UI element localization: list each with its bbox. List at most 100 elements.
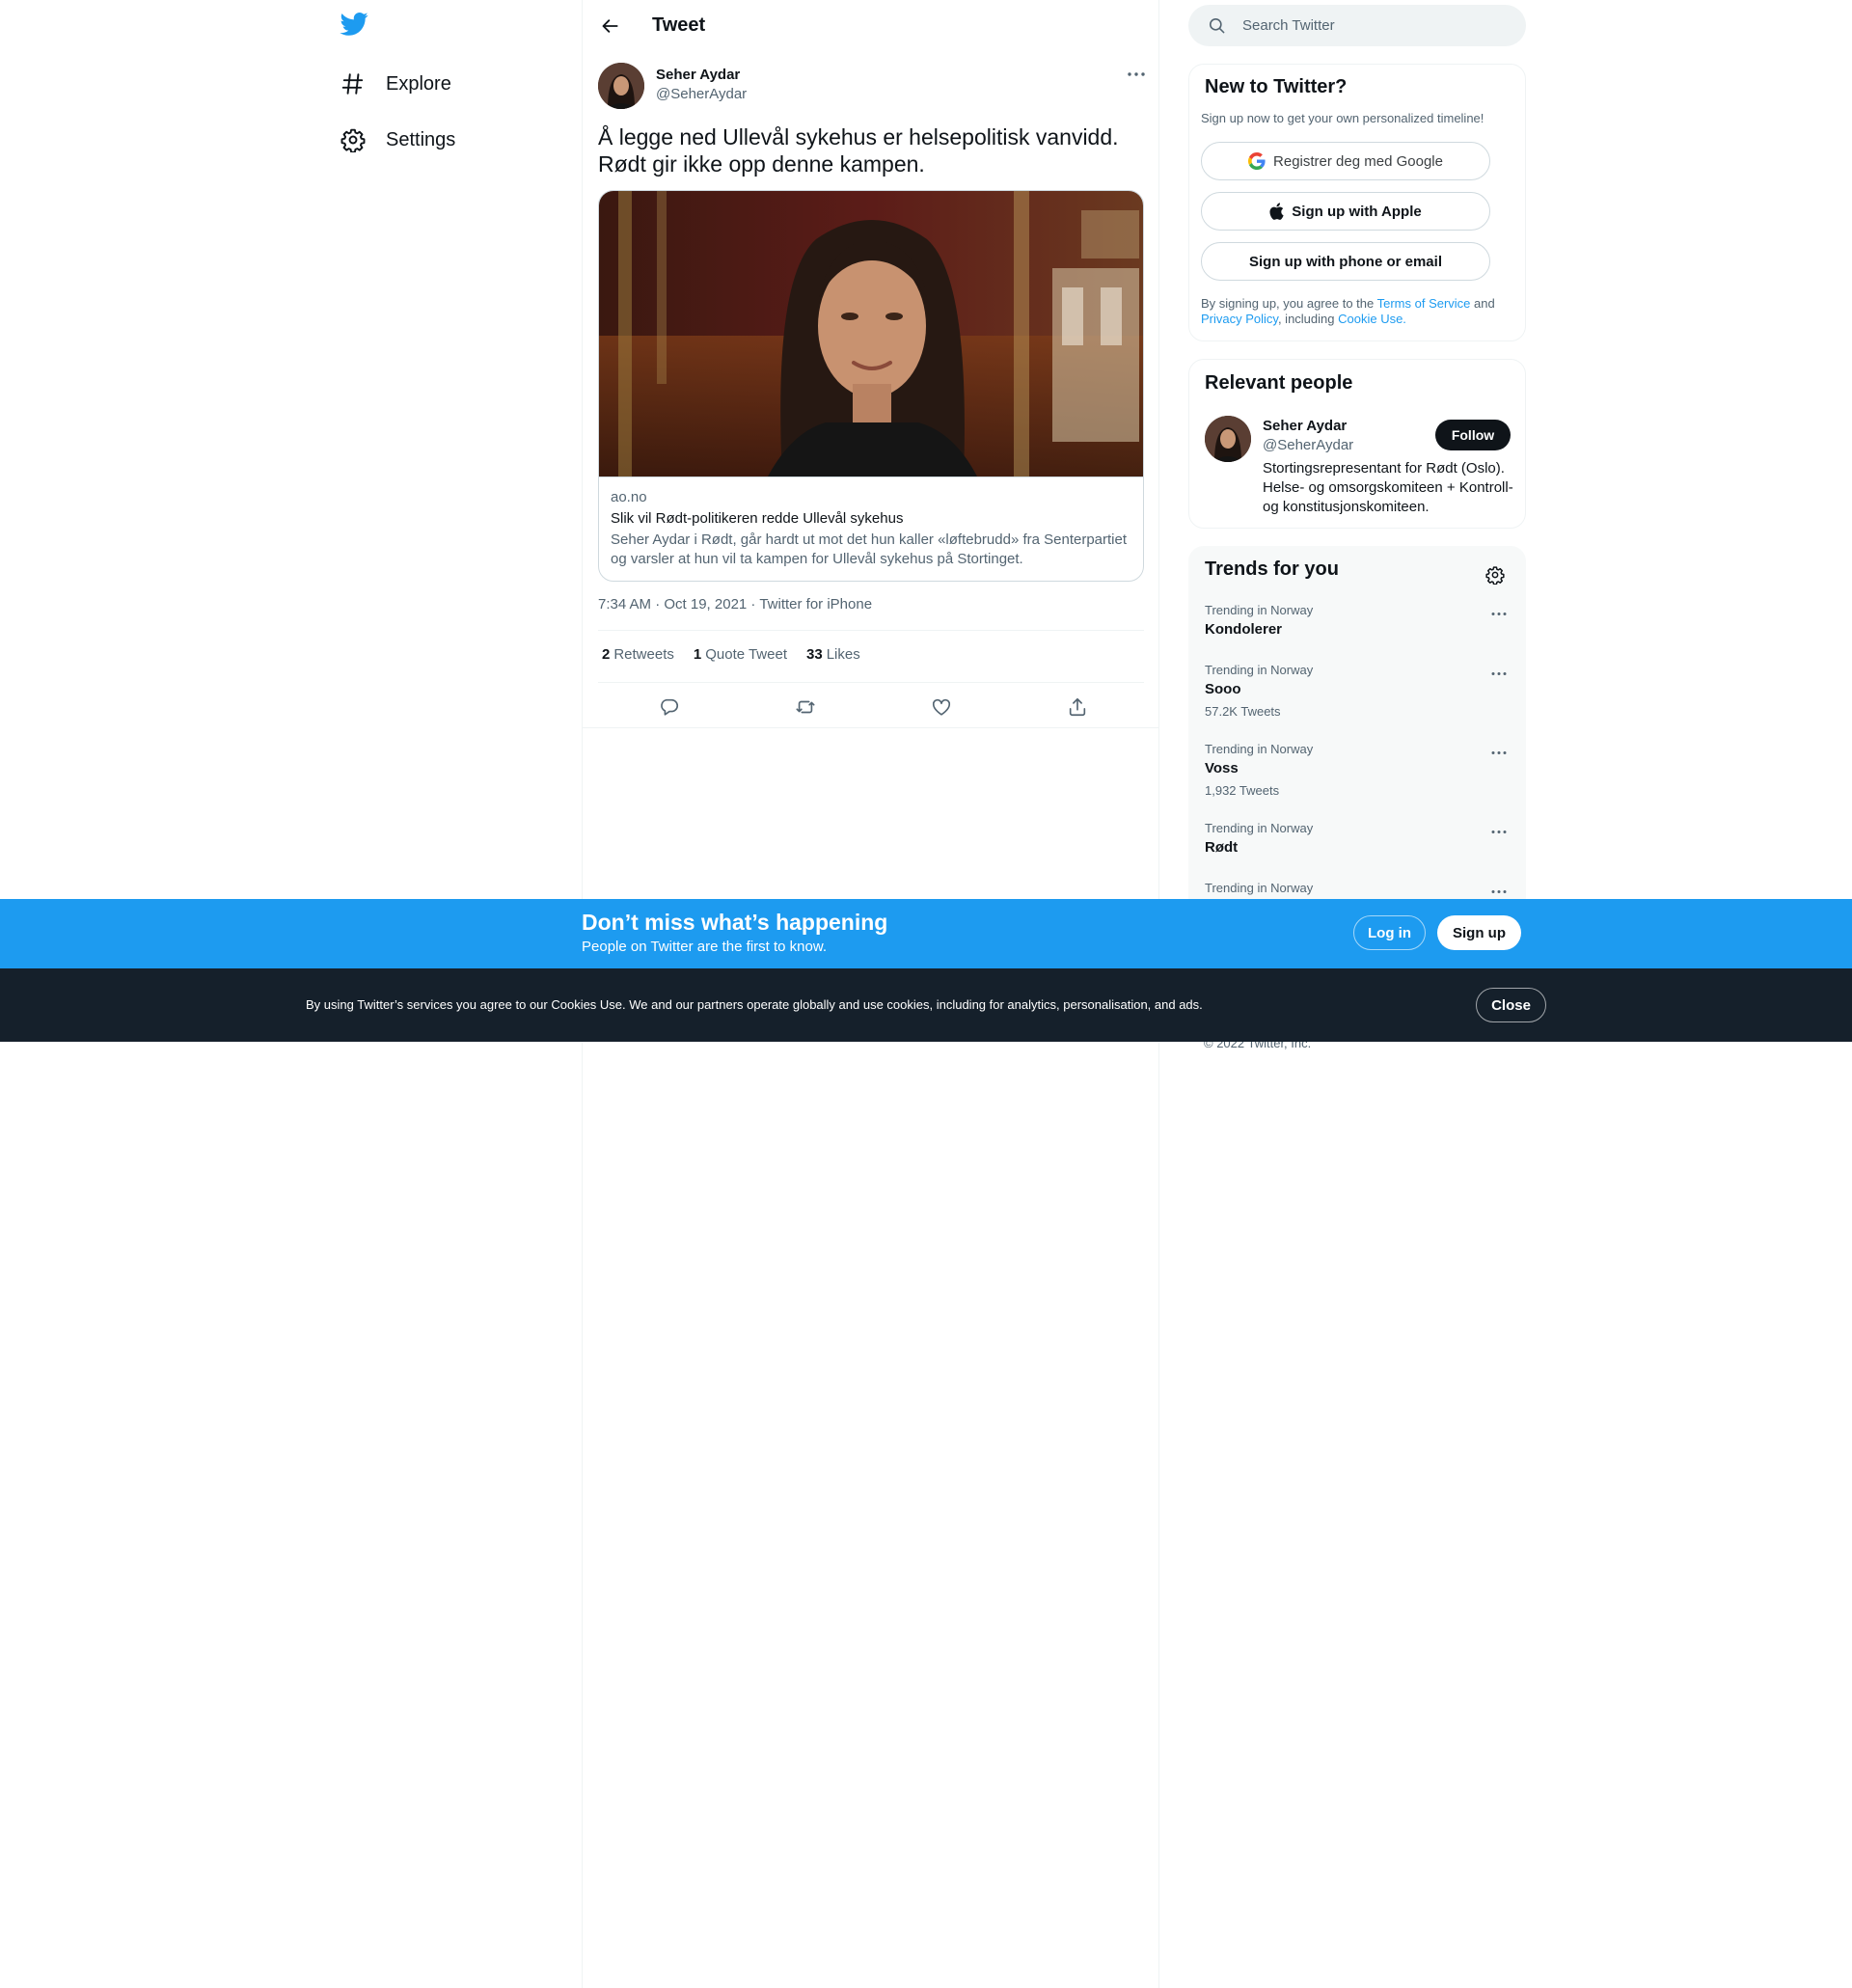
divider — [598, 630, 1144, 631]
trend-item[interactable]: Trending in Norway Rødt — [1189, 821, 1527, 879]
trend-meta: Trending in Norway — [1205, 821, 1314, 835]
signup-button[interactable]: Sign up — [1437, 915, 1521, 950]
heart-icon — [931, 696, 952, 718]
person-name[interactable]: Seher Aydar — [1263, 418, 1347, 434]
follow-button[interactable]: Follow — [1435, 420, 1511, 450]
panel-title: Trends for you — [1205, 558, 1339, 580]
tweet-stats: 2 Retweets 1 Quote Tweet 33 Likes — [602, 646, 880, 663]
trend-meta: Trending in Norway — [1205, 603, 1314, 617]
card-photo — [599, 191, 1143, 477]
relevant-people-panel: Relevant people Seher Aydar @SeherAydar … — [1188, 359, 1526, 529]
more-dots-icon — [1491, 889, 1507, 894]
like-button[interactable] — [927, 693, 956, 722]
trend-more-button[interactable] — [1484, 663, 1513, 684]
cookie-use-link[interactable]: Cookie Use. — [1338, 312, 1406, 326]
card-meta: ao.no Slik vil Rødt-politikeren redde Ul… — [599, 477, 1143, 581]
retweet-button[interactable] — [791, 693, 820, 722]
cookie-text: By using Twitter’s services you agree to… — [306, 997, 1203, 1012]
tweet-timestamp[interactable]: 7:34 AM · Oct 19, 2021 · Twitter for iPh… — [598, 596, 872, 613]
reply-button[interactable] — [655, 693, 684, 722]
search-icon — [1208, 16, 1226, 40]
google-signup-label: Registrer deg med Google — [1273, 152, 1443, 170]
banner-subtitle: People on Twitter are the first to know. — [582, 939, 828, 955]
divider — [583, 727, 1159, 728]
more-dots-icon — [1491, 612, 1507, 616]
trend-more-button[interactable] — [1484, 821, 1513, 842]
tweet-text-line: Rødt gir ikke opp denne kampen. — [598, 151, 925, 177]
card-title: Slik vil Rødt-politikeren redde Ullevål … — [611, 510, 904, 527]
more-dots-icon — [1491, 750, 1507, 755]
likes-stat[interactable]: 33 Likes — [806, 646, 860, 663]
banner-title: Don’t miss what’s happening — [582, 910, 888, 935]
person-bio: Stortingsrepresentant for Rødt (Oslo). H… — [1263, 460, 1513, 515]
trend-item[interactable]: Trending in Norway Sooo 57.2K Tweets — [1189, 663, 1527, 740]
author-name[interactable]: Seher Aydar — [656, 67, 740, 83]
trend-meta: Trending in Norway — [1205, 881, 1314, 895]
author-handle[interactable]: @SeherAydar — [656, 86, 747, 102]
trend-name: Rødt — [1205, 839, 1239, 856]
twitter-bird-icon[interactable] — [340, 10, 374, 44]
panel-title: Relevant people — [1205, 372, 1353, 394]
apple-icon — [1269, 203, 1284, 220]
divider — [598, 682, 1144, 683]
card-description: Seher Aydar i Rødt, går hardt ut mot det… — [611, 531, 1128, 567]
quote-tweets-label: Quote Tweet — [705, 646, 787, 663]
share-button[interactable] — [1063, 693, 1092, 722]
panel-subtitle: Sign up now to get your own personalized… — [1201, 111, 1484, 125]
trend-more-button[interactable] — [1484, 603, 1513, 624]
tweet-text-line: Å legge ned Ullevål sykehus er helsepoli… — [598, 124, 1119, 150]
legal-notice: By signing up, you agree to the Terms of… — [1201, 296, 1510, 327]
search-input[interactable] — [1242, 5, 1512, 46]
person-handle[interactable]: @SeherAydar — [1263, 437, 1353, 453]
page-title: Tweet — [652, 14, 706, 36]
retweet-icon — [795, 696, 816, 718]
cookie-banner: By using Twitter’s services you agree to… — [0, 968, 1852, 1042]
trend-count: 57.2K Tweets — [1205, 704, 1281, 719]
retweets-count: 2 — [602, 646, 611, 663]
google-signup-button[interactable]: Registrer deg med Google — [1201, 142, 1490, 180]
login-button[interactable]: Log in — [1353, 915, 1426, 950]
quote-tweets-count: 1 — [693, 646, 702, 663]
reply-icon — [659, 696, 680, 718]
trends-settings-button[interactable] — [1479, 558, 1512, 591]
trends-panel: Trends for you Trending in Norway Kondol… — [1188, 546, 1526, 912]
link-card[interactable]: ao.no Slik vil Rødt-politikeren redde Ul… — [598, 190, 1144, 582]
more-options-button[interactable] — [1119, 62, 1154, 87]
tweet-actions — [583, 687, 1159, 727]
more-dots-icon — [1127, 71, 1146, 77]
phone-email-signup-label: Sign up with phone or email — [1248, 253, 1442, 270]
trend-name: Sooo — [1205, 681, 1241, 697]
trend-name: Kondolerer — [1205, 621, 1283, 638]
trend-item[interactable]: Trending in Norway Kondolerer — [1189, 603, 1527, 661]
close-button[interactable]: Close — [1476, 988, 1546, 1022]
legal-text: By signing up, you agree to the — [1201, 296, 1377, 311]
gear-icon — [340, 126, 367, 153]
person-avatar[interactable] — [1205, 416, 1251, 462]
trend-count: 1,932 Tweets — [1205, 783, 1280, 798]
apple-signup-label: Sign up with Apple — [1292, 203, 1422, 220]
privacy-policy-link[interactable]: Privacy Policy — [1201, 312, 1278, 326]
author-avatar[interactable] — [598, 63, 644, 109]
terms-of-service-link[interactable]: Terms of Service — [1377, 296, 1471, 311]
trend-item[interactable]: Trending in Norway Voss 1,932 Tweets — [1189, 742, 1527, 819]
nav-item-label: Settings — [386, 128, 456, 150]
search-box[interactable] — [1188, 5, 1526, 46]
back-button[interactable] — [594, 10, 627, 42]
nav-item-settings[interactable]: Settings — [340, 121, 455, 159]
main-header: Tweet — [583, 0, 1159, 51]
more-dots-icon — [1491, 671, 1507, 676]
legal-text: , including — [1277, 312, 1339, 326]
phone-email-signup-button[interactable]: Sign up with phone or email — [1201, 242, 1490, 281]
share-icon — [1067, 696, 1088, 718]
trend-meta: Trending in Norway — [1205, 663, 1314, 677]
google-icon — [1248, 152, 1266, 170]
hashtag-icon — [340, 70, 367, 97]
nav-item-explore[interactable]: Explore — [340, 65, 451, 103]
apple-signup-button[interactable]: Sign up with Apple — [1201, 192, 1490, 231]
trend-more-button[interactable] — [1484, 742, 1513, 763]
trend-name: Voss — [1205, 760, 1239, 776]
retweets-stat[interactable]: 2 Retweets — [602, 646, 674, 663]
nav-item-label: Explore — [386, 72, 451, 95]
new-to-twitter-panel: New to Twitter? Sign up now to get your … — [1188, 64, 1526, 341]
quote-tweets-stat[interactable]: 1 Quote Tweet — [694, 646, 787, 663]
